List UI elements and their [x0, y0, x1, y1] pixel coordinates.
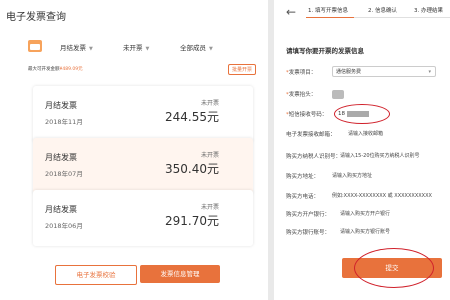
invoice-header-selector[interactable]	[332, 90, 344, 99]
page-title: 电子发票查询	[6, 12, 66, 23]
card-title: 月结发票	[45, 205, 77, 214]
annotation-circle-phone	[334, 104, 390, 124]
summary-text: 最大可开发金额¥489.09元	[28, 67, 83, 72]
card-status: 未开票	[200, 100, 219, 107]
invoice-verify-button[interactable]: 电子发票校验	[55, 265, 137, 285]
email-label: 电子发票接收邮箱：	[286, 132, 336, 138]
step-result: 3. 办理结果	[414, 8, 443, 14]
bank-label: 购买方开户银行：	[286, 212, 331, 218]
address-input[interactable]: 请输入购买方地址	[332, 172, 372, 179]
bank-input[interactable]: 请输入购买方开户银行	[340, 210, 390, 217]
filter-member[interactable]: 全部成员 ▼	[180, 42, 213, 52]
address-label: 购买方地址：	[286, 174, 320, 180]
sms-label: *短信接收号码：	[286, 112, 328, 118]
taxid-input[interactable]: 请输入15-20位购买方纳税人识别号	[340, 152, 420, 159]
card-amount: 291.70元	[165, 214, 219, 228]
card-amount: 244.55元	[165, 110, 219, 124]
batch-invoice-button[interactable]: 批量开票	[228, 64, 257, 75]
card-status: 未开票	[200, 152, 219, 159]
card-title: 月结发票	[45, 101, 77, 110]
card-status: 未开票	[200, 204, 219, 211]
card-title: 月结发票	[45, 153, 77, 162]
back-arrow-icon[interactable]: ←	[286, 5, 296, 19]
chevron-down-icon: ▼	[209, 46, 213, 52]
invoice-form-panel: ← 1. 填写开票信息 2. 信息确认 3. 办理结果 请填写你要开票的发票信息…	[274, 0, 450, 300]
step-confirm: 2. 信息确认	[368, 8, 397, 14]
annotation-circle-submit	[354, 248, 434, 288]
chevron-down-icon: ▾	[428, 69, 431, 75]
item-label: *发票项目：	[286, 70, 317, 76]
step-fill-info: 1. 填写开票信息	[308, 8, 348, 14]
chevron-down-icon: ▼	[145, 46, 150, 52]
step-progress-active	[306, 17, 354, 18]
card-date: 2018年07月	[45, 170, 83, 178]
account-label: 购买方银行账号：	[286, 230, 331, 236]
invoice-card[interactable]: 月结发票 2018年11月 未开票 244.55元	[33, 86, 253, 142]
chevron-down-icon: ▼	[89, 46, 93, 52]
tel-input[interactable]: 例如:XXXX-XXXXXXXX 或 XXXXXXXXXXX	[332, 192, 432, 199]
card-date: 2018年11月	[45, 118, 83, 126]
card-amount: 350.40元	[165, 162, 219, 176]
calendar-icon[interactable]	[28, 40, 42, 52]
filter-bar: 月结发票 ▼ 未开票 ▼ 全部成员 ▼	[28, 40, 252, 54]
form-title: 请填写你要开票的发票信息	[286, 47, 364, 55]
step-progress-rest	[354, 17, 450, 18]
filter-status[interactable]: 未开票 ▼	[123, 42, 149, 52]
invoice-card[interactable]: 月结发票 2018年06月 未开票 291.70元	[33, 190, 253, 246]
invoice-info-manage-button[interactable]: 发票信息管理	[140, 265, 220, 283]
invoice-query-panel: 电子发票查询 月结发票 ▼ 未开票 ▼ 全部成员 ▼ 最大可开发金额¥489.09元 …	[0, 0, 272, 300]
email-input[interactable]: 请输入接收邮箱	[348, 130, 383, 137]
invoice-item-select[interactable]: 通信服务费 ▾	[332, 66, 436, 77]
tel-label: 购买方电话：	[286, 194, 320, 200]
invoice-card[interactable]: 月结发票 2018年07月 未开票 350.40元	[33, 138, 253, 194]
header-label: *发票抬头：	[286, 92, 317, 98]
watermark: Baidu 经验	[406, 288, 448, 297]
account-input[interactable]: 请输入购买方银行账号	[340, 228, 390, 235]
card-date: 2018年06月	[45, 222, 83, 230]
filter-invoice-type[interactable]: 月结发票 ▼	[60, 42, 93, 52]
taxid-label: 购买方纳税人识别号：	[286, 154, 342, 160]
